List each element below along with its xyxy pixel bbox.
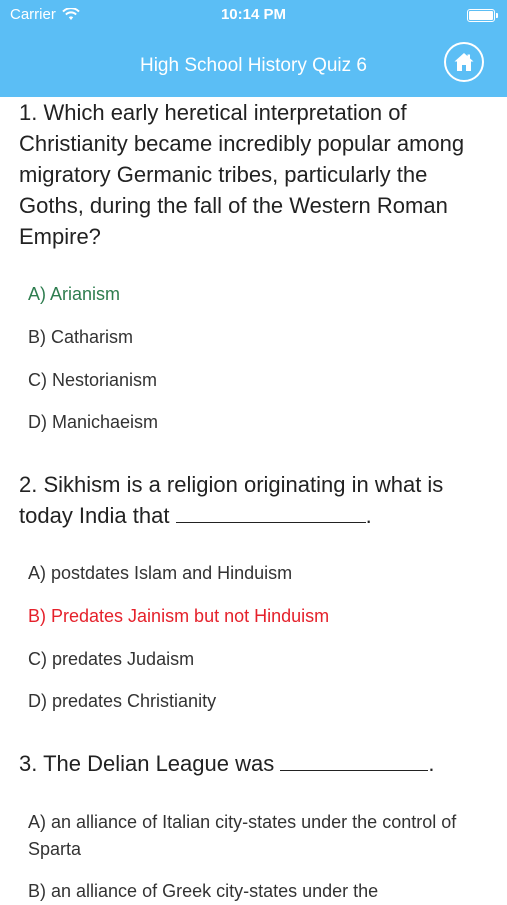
question-1-option-d[interactable]: D) Manichaeism	[28, 409, 468, 436]
question-1-text: 1. Which early heretical interpretation …	[19, 100, 465, 249]
home-button[interactable]	[444, 42, 484, 82]
question-1-option-b[interactable]: B) Catharism	[28, 324, 468, 351]
question-2-text-after: .	[365, 503, 372, 528]
question-2-text: 2. Sikhism is a religion originating in …	[19, 469, 489, 531]
nav-bar: Carrier 10:14 PM High School History Qui…	[0, 0, 507, 97]
question-1-option-a[interactable]: A) Arianism	[28, 281, 468, 308]
battery-icon	[467, 9, 498, 22]
question-3-option-b[interactable]: B) an alliance of Greek city-states unde…	[28, 878, 468, 905]
question-2-option-b[interactable]: B) Predates Jainism but not Hinduism	[28, 603, 468, 630]
question-3-text-before: 3. The Delian League was	[19, 751, 275, 776]
question-3-text: 3. The Delian League was .	[19, 748, 489, 779]
question-1-option-c[interactable]: C) Nestorianism	[28, 367, 468, 394]
question-2-option-c[interactable]: C) predates Judaism	[28, 646, 468, 673]
status-time: 10:14 PM	[220, 6, 287, 23]
question-3-text-after: .	[428, 751, 435, 776]
question-2-option-d[interactable]: D) predates Christianity	[28, 688, 468, 715]
question-2-option-a[interactable]: A) postdates Islam and Hinduism	[28, 560, 468, 587]
home-icon	[454, 53, 474, 71]
question-3-option-a[interactable]: A) an alliance of Italian city-states un…	[28, 809, 468, 863]
page-title: High School History Quiz 6	[139, 55, 368, 76]
answer-blank	[280, 750, 429, 771]
answer-blank	[175, 502, 366, 523]
